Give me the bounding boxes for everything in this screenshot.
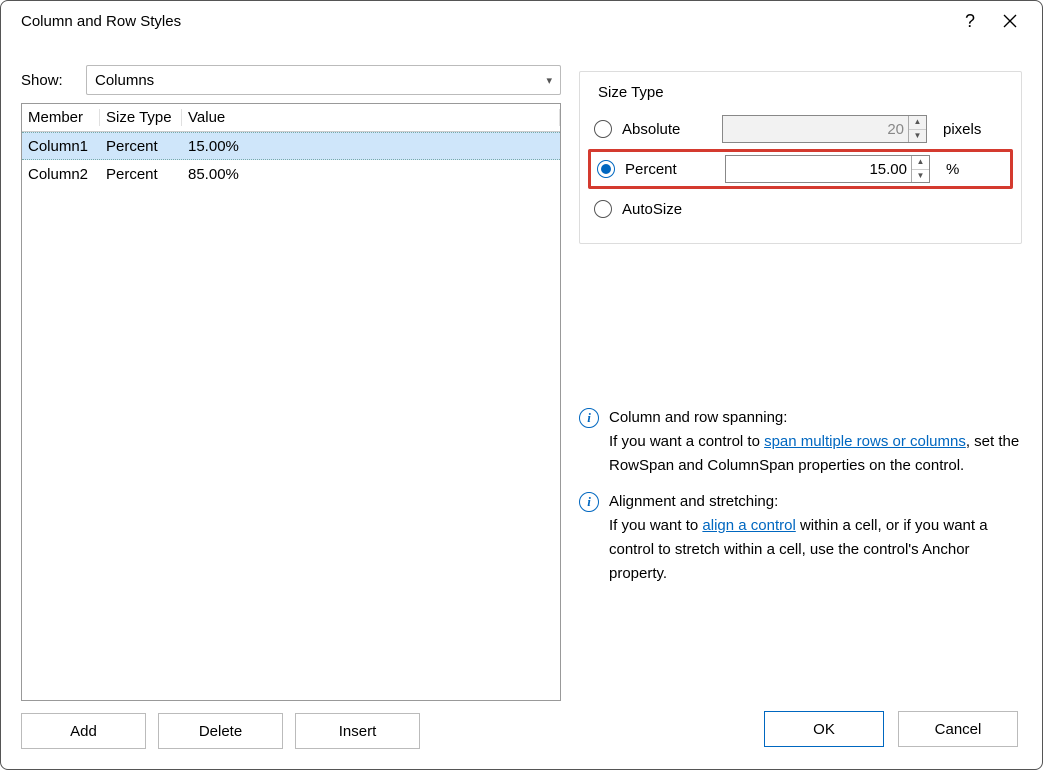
dialog-window: Column and Row Styles ? Show: Columns ▾ … [0,0,1043,770]
radio-percent-label: Percent [625,161,715,178]
info-align-text: Alignment and stretching: If you want to… [609,490,1022,586]
spin-down-icon[interactable]: ▼ [912,170,929,183]
radio-row-autosize: AutoSize [594,189,1007,229]
info-spanning: i Column and row spanning: If you want a… [579,406,1022,478]
delete-button[interactable]: Delete [158,713,283,749]
info-icon: i [579,408,599,428]
info-align-pre: If you want to [609,517,702,534]
info-icon: i [579,492,599,512]
cell-member: Column1 [22,138,100,155]
align-link[interactable]: align a control [702,517,795,534]
sizetype-group: Size Type Absolute 20 ▲▼ pixels Percent … [579,71,1022,244]
show-row: Show: Columns ▾ [21,65,561,95]
info-alignment: i Alignment and stretching: If you want … [579,490,1022,586]
cell-value: 15.00% [182,138,560,155]
radio-percent[interactable] [597,160,615,178]
info-section: i Column and row spanning: If you want a… [579,394,1022,586]
dialog-buttons: OK Cancel [764,711,1018,747]
percent-spinner[interactable]: ▲▼ [911,156,929,182]
add-button[interactable]: Add [21,713,146,749]
ok-button[interactable]: OK [764,711,884,747]
grid-buttons: Add Delete Insert [21,713,561,749]
percent-unit: % [940,161,988,178]
spin-down-icon[interactable]: ▼ [909,130,926,143]
absolute-value: 20 [723,121,908,138]
left-column: Show: Columns ▾ Member Size Type Value C… [21,51,561,749]
header-value[interactable]: Value [182,109,560,126]
absolute-spinner[interactable]: ▲▼ [908,116,926,142]
show-label: Show: [21,72,76,89]
right-column: Size Type Absolute 20 ▲▼ pixels Percent … [579,51,1022,749]
radio-row-percent: Percent 15.00 ▲▼ % [588,149,1013,189]
dialog-content: Show: Columns ▾ Member Size Type Value C… [1,41,1042,769]
show-dropdown-value: Columns [95,72,154,89]
header-member[interactable]: Member [22,109,100,126]
radio-absolute-label: Absolute [622,121,712,138]
info-spanning-text: Column and row spanning: If you want a c… [609,406,1022,478]
grid-row[interactable]: Column2 Percent 85.00% [22,160,560,188]
cell-member: Column2 [22,166,100,183]
cancel-button[interactable]: Cancel [898,711,1018,747]
info-align-heading: Alignment and stretching: [609,493,778,510]
absolute-input[interactable]: 20 ▲▼ [722,115,927,143]
members-grid[interactable]: Member Size Type Value Column1 Percent 1… [21,103,561,701]
chevron-down-icon: ▾ [546,74,552,87]
absolute-unit: pixels [937,121,985,138]
insert-button[interactable]: Insert [295,713,420,749]
span-link[interactable]: span multiple rows or columns [764,433,966,450]
show-dropdown[interactable]: Columns ▾ [86,65,561,95]
radio-autosize[interactable] [594,200,612,218]
sizetype-legend: Size Type [594,84,668,101]
close-button[interactable] [990,5,1030,37]
close-icon [1003,14,1017,28]
info-span-heading: Column and row spanning: [609,409,787,426]
spin-up-icon[interactable]: ▲ [909,116,926,130]
spin-up-icon[interactable]: ▲ [912,156,929,170]
cell-sizetype: Percent [100,138,182,155]
radio-row-absolute: Absolute 20 ▲▼ pixels [594,109,1007,149]
window-title: Column and Row Styles [13,13,950,30]
cell-sizetype: Percent [100,166,182,183]
help-button[interactable]: ? [950,5,990,37]
grid-header: Member Size Type Value [22,104,560,132]
radio-autosize-label: AutoSize [622,201,712,218]
percent-value: 15.00 [726,161,911,178]
info-span-pre: If you want a control to [609,433,764,450]
radio-absolute[interactable] [594,120,612,138]
grid-row[interactable]: Column1 Percent 15.00% [22,132,560,160]
cell-value: 85.00% [182,166,560,183]
header-sizetype[interactable]: Size Type [100,109,182,126]
percent-input[interactable]: 15.00 ▲▼ [725,155,930,183]
titlebar: Column and Row Styles ? [1,1,1042,41]
